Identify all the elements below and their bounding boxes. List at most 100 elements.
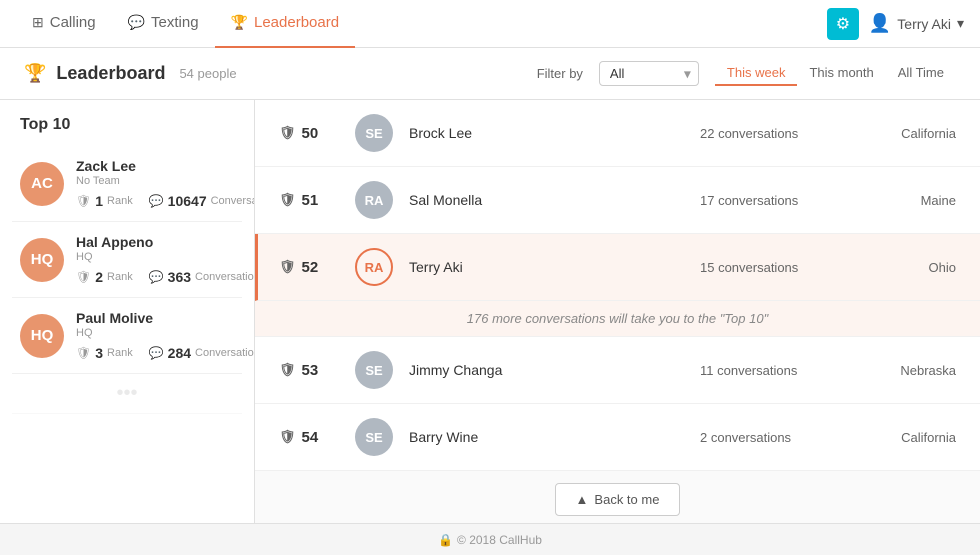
lb-rank-54: 🛡 54 [279,429,339,446]
notification-icon: ⚙ [836,14,850,34]
right-panel: 🛡 50 SE Brock Lee 22 conversations Calif… [255,100,980,523]
trophy-icon: 🏆 [24,63,46,84]
shield-icon-50: 🛡 [279,125,296,141]
lb-convos-53: 11 conversations [700,363,840,378]
convo-icon-2: 💬 [149,270,164,284]
rank-num-52: 52 [302,259,319,276]
back-chevron-icon: ▲ [576,492,589,507]
convo-icon-3: 💬 [149,346,164,360]
stat-rank-label-2: Rank [107,271,133,283]
page-title-area: 🏆 Leaderboard 54 people [24,63,237,84]
user-menu[interactable]: 👤 Terry Aki ▾ [869,13,964,34]
sidebar-team-3: HQ [76,327,255,339]
stat-rank-num-3: 3 [95,345,103,361]
calling-icon: ⊞ [32,14,44,31]
shield-icon-2: 🛡 [76,270,91,284]
avatar-initials-3: HQ [31,327,54,344]
nav-texting[interactable]: 💬 Texting [112,0,215,48]
back-to-me-button[interactable]: ▲ Back to me [555,483,681,516]
lb-rank-52: 🛡 52 [279,259,339,276]
leaderboard-table: 🛡 50 SE Brock Lee 22 conversations Calif… [255,100,980,523]
lb-name-54: Barry Wine [409,429,684,445]
page-title: Leaderboard [56,63,165,84]
lb-initials-50: SE [365,126,382,141]
stat-conv-num-3: 284 [168,345,191,361]
lb-rank-53: 🛡 53 [279,362,339,379]
back-to-me-row: ▲ Back to me [255,471,980,523]
stat-rank-3: 🛡 3 Rank [76,345,133,361]
filter-select[interactable]: All [599,61,699,86]
filter-select-wrap: All [599,61,699,86]
stat-rank-num-1: 1 [95,193,103,209]
lb-location-54: California [856,430,956,445]
avatar-2: HQ [20,238,64,282]
user-icon: 👤 [869,13,891,34]
notification-button[interactable]: ⚙ [827,8,859,40]
filter-all-time[interactable]: All Time [886,61,956,86]
footer-icon: 🔒 [438,533,453,547]
footer: 🔒 © 2018 CallHub [0,523,980,555]
sidebar-info-2: Hal Appeno HQ 🛡 2 Rank 💬 363 Con [76,234,255,285]
lb-avatar-50: SE [355,114,393,152]
time-filters: This week This month All Time [715,61,956,86]
filter-this-month[interactable]: This month [797,61,885,86]
lb-row-50: 🛡 50 SE Brock Lee 22 conversations Calif… [255,100,980,167]
texting-icon: 💬 [128,14,145,31]
lb-location-52: Ohio [856,260,956,275]
filter-this-week[interactable]: This week [715,61,798,86]
shield-icon-1: 🛡 [76,194,91,208]
sidebar-item-3: HQ Paul Molive HQ 🛡 3 Rank 💬 [12,298,242,374]
leaderboard-icon: 🏆 [231,14,248,31]
stat-conv-2: 💬 363 Conversations [149,269,255,285]
lb-rank-51: 🛡 51 [279,192,339,209]
sidebar-list: AC Zack Lee No Team 🛡 1 Rank 💬 [0,146,254,414]
lb-avatar-52: RA [355,248,393,286]
shield-icon-53: 🛡 [279,362,296,378]
shield-icon-3: 🛡 [76,346,91,360]
stat-conv-1: 💬 10647 Conversations [149,193,255,209]
sidebar-item-1: AC Zack Lee No Team 🛡 1 Rank 💬 [12,146,242,222]
stat-rank-label-3: Rank [107,347,133,359]
people-count: 54 people [179,66,236,81]
rank-num-54: 54 [302,429,319,446]
sidebar-name-1: Zack Lee [76,158,255,174]
sidebar-name-3: Paul Molive [76,310,255,326]
stat-conv-label-2: Conversations [195,271,255,283]
sidebar-stats-3: 🛡 3 Rank 💬 284 Conversations [76,345,255,361]
sidebar-team-2: HQ [76,251,255,263]
shield-icon-52: 🛡 [279,259,296,275]
stat-conv-num-2: 363 [168,269,191,285]
filter-label: Filter by [537,66,583,81]
user-caret-icon: ▾ [957,15,964,32]
stat-rank-2: 🛡 2 Rank [76,269,133,285]
lb-convos-50: 22 conversations [700,126,840,141]
back-to-me-label: Back to me [594,492,659,507]
sidebar-stats-1: 🛡 1 Rank 💬 10647 Conversations [76,193,255,209]
avatar-initials-1: AC [31,175,53,192]
leaderboard-label: Leaderboard [254,14,339,31]
shield-icon-54: 🛡 [279,429,296,445]
sidebar-team-1: No Team [76,175,255,187]
lb-location-53: Nebraska [856,363,956,378]
lb-initials-53: SE [365,363,382,378]
lb-location-51: Maine [856,193,956,208]
top-nav: ⊞ Calling 💬 Texting 🏆 Leaderboard ⚙ 👤 Te… [0,0,980,48]
lb-name-53: Jimmy Changa [409,362,684,378]
sidebar-info-1: Zack Lee No Team 🛡 1 Rank 💬 10647 [76,158,255,209]
lb-avatar-53: SE [355,351,393,389]
stat-conv-3: 💬 284 Conversations [149,345,255,361]
lb-convos-51: 17 conversations [700,193,840,208]
nav-calling[interactable]: ⊞ Calling [16,0,112,48]
user-label: Terry Aki [897,16,951,32]
sidebar-item-2: HQ Hal Appeno HQ 🛡 2 Rank 💬 [12,222,242,298]
sidebar-stats-2: 🛡 2 Rank 💬 363 Conversations [76,269,255,285]
avatar-3: HQ [20,314,64,358]
lb-initials-54: SE [365,430,382,445]
rank-num-51: 51 [302,192,319,209]
more-items-indicator: ••• [116,382,137,405]
current-user-note: 176 more conversations will take you to … [467,311,768,326]
stat-rank-label-1: Rank [107,195,133,207]
lb-row-53: 🛡 53 SE Jimmy Changa 11 conversations Ne… [255,337,980,404]
nav-leaderboard[interactable]: 🏆 Leaderboard [215,0,356,48]
page-header: 🏆 Leaderboard 54 people Filter by All Th… [0,48,980,100]
